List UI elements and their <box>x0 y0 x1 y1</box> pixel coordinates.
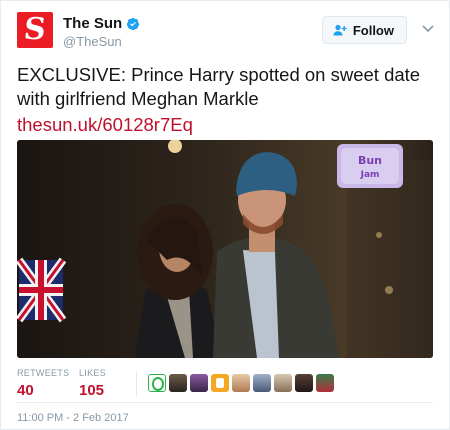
follow-label: Follow <box>352 22 394 38</box>
add-user-icon <box>333 24 347 36</box>
divider <box>17 402 433 403</box>
bun-jam-sign: Bun Jam <box>337 144 403 188</box>
likes-stat[interactable]: LIKES 105 <box>79 368 106 399</box>
sun-logo-letter: S <box>22 12 48 47</box>
tweet-text: EXCLUSIVE: Prince Harry spotted on sweet… <box>17 63 437 137</box>
tweet-text-line-1: EXCLUSIVE: Prince Harry spotted on sweet… <box>17 64 421 85</box>
stats-separator <box>136 372 137 396</box>
liker-avatar[interactable] <box>190 374 208 392</box>
liker-avatar[interactable] <box>274 374 292 392</box>
account-info[interactable]: The Sun @TheSun <box>63 15 140 49</box>
sign-text-bottom: Jam <box>360 170 380 180</box>
tweet-card: S The Sun @TheSun Follow EXCLUSIVE: Prin… <box>0 0 450 430</box>
liker-avatar[interactable] <box>169 374 187 392</box>
verified-badge-icon <box>127 17 140 30</box>
tweet-timestamp[interactable]: 11:00 PM - 2 Feb 2017 <box>17 412 129 424</box>
tweet-text-line-2: with girlfriend Meghan Markle <box>17 88 259 109</box>
photo-illustration: Bun Jam <box>17 140 433 358</box>
retweets-stat[interactable]: RETWEETS 40 <box>17 368 69 399</box>
tweet-header: S The Sun @TheSun Follow <box>17 12 435 56</box>
tweet-link[interactable]: thesun.uk/60128r7Eq <box>17 113 437 137</box>
likes-count: 105 <box>79 382 105 399</box>
liker-avatar[interactable] <box>253 374 271 392</box>
chevron-down-icon[interactable] <box>421 24 435 34</box>
liker-avatar[interactable] <box>232 374 250 392</box>
tweet-photo[interactable]: Bun Jam <box>17 140 433 358</box>
account-avatar[interactable]: S <box>17 12 53 48</box>
display-name[interactable]: The Sun <box>63 15 122 32</box>
follow-button[interactable]: Follow <box>321 16 407 44</box>
liker-avatars <box>148 374 337 392</box>
liker-avatar[interactable] <box>316 374 334 392</box>
engagement-stats: RETWEETS 40 LIKES 105 <box>17 368 433 402</box>
account-handle[interactable]: @TheSun <box>63 34 140 49</box>
likes-label: LIKES <box>79 368 107 378</box>
retweets-label: RETWEETS <box>17 368 70 378</box>
retweets-count: 40 <box>17 382 34 399</box>
sign-text-top: Bun <box>358 154 382 167</box>
liker-avatar[interactable] <box>211 374 229 392</box>
liker-avatar[interactable] <box>295 374 313 392</box>
liker-avatar[interactable] <box>148 374 166 392</box>
